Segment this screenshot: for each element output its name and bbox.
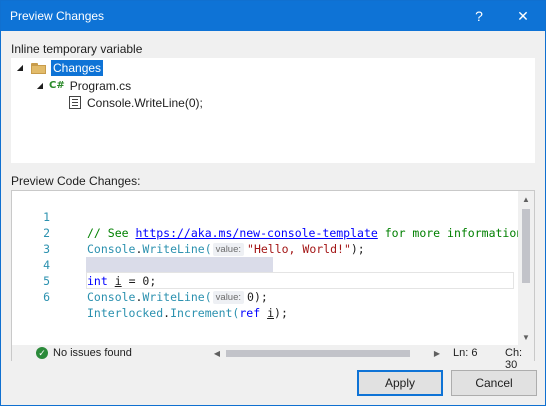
- folder-icon: [31, 62, 47, 74]
- expand-arrow-icon[interactable]: ◢: [15, 63, 25, 73]
- scroll-right-icon[interactable]: ▶: [430, 345, 444, 361]
- preview-changes-dialog: Preview Changes ? ✕ Inline temporary var…: [0, 0, 546, 406]
- dialog-title: Preview Changes: [10, 9, 105, 23]
- parameter-hint: value:: [212, 291, 245, 304]
- check-circle-icon: ✓: [36, 347, 48, 359]
- tree-node-file[interactable]: ◢ C# Program.cs: [35, 77, 131, 94]
- scroll-left-icon[interactable]: ◀: [210, 345, 224, 361]
- editor-status-bar: ✓ No issues found ◀ ▶ Ln: 6 Ch: 30: [12, 345, 534, 371]
- code-line: 6 Interlocked.Increment(ref i);: [12, 273, 518, 320]
- code-line: 5 Console.WriteLine(value: 0);: [12, 257, 518, 304]
- apply-button[interactable]: Apply: [357, 370, 443, 396]
- changes-tree[interactable]: ◢ Changes ◢ C# Program.cs Console.WriteL…: [11, 58, 535, 163]
- csharp-file-icon: C#: [49, 80, 65, 91]
- code-area[interactable]: 1 // See https://aka.ms/new-console-temp…: [12, 191, 518, 345]
- code-line: 1 // See https://aka.ms/new-console-temp…: [12, 193, 518, 240]
- tree-node-label: Changes: [51, 59, 104, 76]
- column-indicator: Ch: 30: [505, 347, 523, 371]
- help-button[interactable]: ?: [457, 1, 501, 31]
- horizontal-scroll-thumb[interactable]: [226, 350, 410, 357]
- tree-node-changes[interactable]: ◢ Changes: [15, 59, 104, 76]
- tree-node-change[interactable]: Console.WriteLine(0);: [69, 94, 203, 111]
- vertical-scrollbar[interactable]: ▲ ▼: [518, 191, 534, 345]
- line-indicator: Ln: 6: [453, 347, 478, 359]
- code-line: 2 Console.WriteLine(value: "Hello, World!…: [12, 209, 518, 256]
- cancel-button[interactable]: Cancel: [451, 370, 537, 396]
- tree-node-label: Program.cs: [69, 78, 132, 93]
- close-button[interactable]: ✕: [501, 1, 545, 31]
- horizontal-scrollbar[interactable]: ◀ ▶: [210, 345, 446, 361]
- preview-code-label: Preview Code Changes:: [11, 174, 141, 188]
- expand-arrow-icon[interactable]: ◢: [35, 81, 45, 91]
- line-number: 6: [43, 290, 50, 304]
- scroll-down-icon[interactable]: ▼: [518, 329, 534, 345]
- tree-node-label: Console.WriteLine(0);: [87, 95, 203, 110]
- method-icon: [69, 96, 81, 109]
- scroll-up-icon[interactable]: ▲: [518, 191, 534, 207]
- title-bar: Preview Changes ? ✕: [1, 1, 545, 31]
- code-line: 4 int i = 0;: [12, 241, 518, 288]
- vertical-scroll-thumb[interactable]: [522, 209, 530, 283]
- code-line: 3: [12, 225, 518, 256]
- refactoring-name-label: Inline temporary variable: [11, 42, 143, 56]
- code-preview-editor[interactable]: 1 // See https://aka.ms/new-console-temp…: [11, 190, 535, 371]
- issues-status: No issues found: [53, 347, 132, 359]
